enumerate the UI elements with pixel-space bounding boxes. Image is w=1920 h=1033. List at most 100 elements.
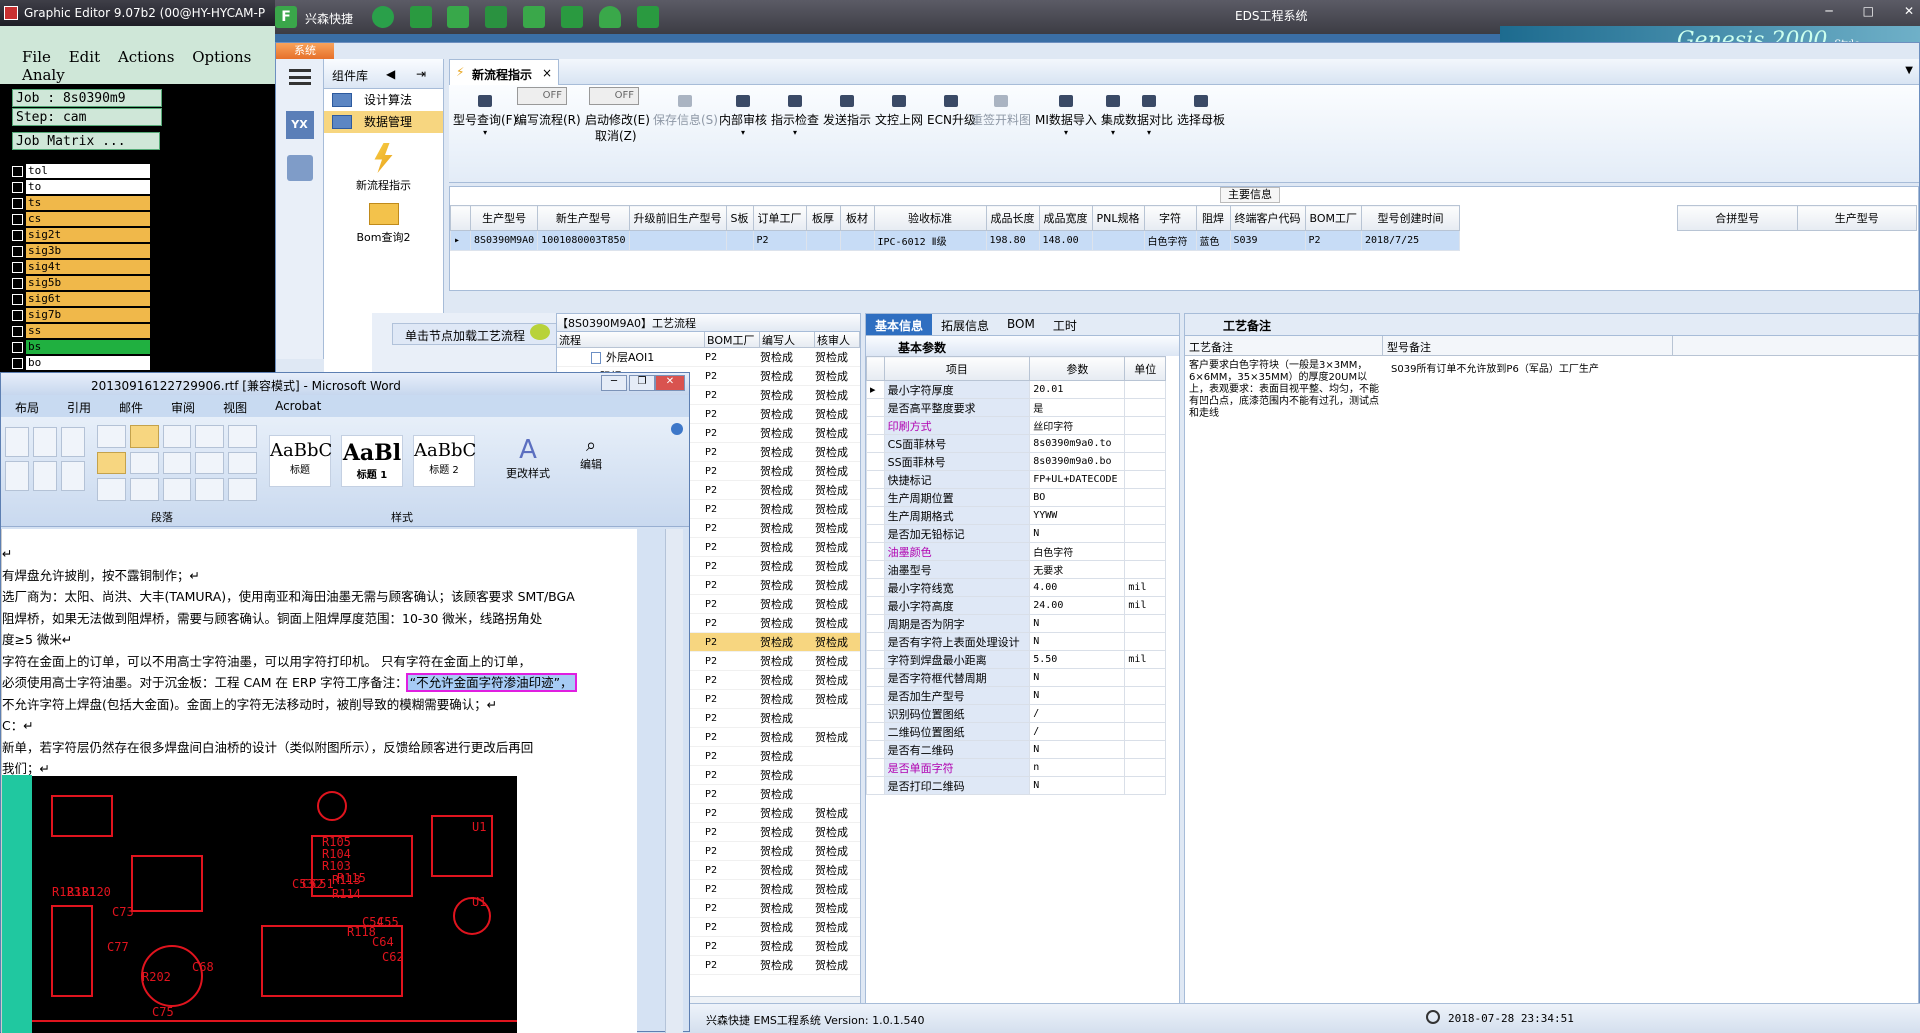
layer-checkbox[interactable] (12, 357, 23, 369)
restore-icon[interactable]: ❐ (629, 375, 655, 391)
highlighted-text[interactable]: “不允许金面字符渗油印迹”， (405, 673, 577, 692)
param-row[interactable]: CS面菲林号 8s0390m9a0.to (866, 434, 1166, 453)
col-header[interactable]: 型号创建时间 (1361, 205, 1461, 231)
col-checker[interactable]: 核审人 (815, 332, 860, 347)
param-value[interactable]: 20.01 (1029, 380, 1126, 399)
param-value[interactable]: N (1029, 686, 1126, 705)
vertical-scrollbar[interactable] (665, 529, 683, 1033)
menu-file[interactable]: File (22, 48, 51, 66)
table-cell[interactable]: 8S0390M9A0 (469, 230, 539, 251)
scissors-icon[interactable] (447, 6, 469, 28)
table-cell[interactable]: S039 (1229, 230, 1306, 251)
param-value[interactable]: N (1029, 740, 1126, 759)
resign-cutting-button[interactable]: 重签开料图 (971, 95, 1031, 128)
layer-row[interactable]: to (12, 179, 164, 195)
col-writer[interactable]: 编写人 (760, 332, 815, 347)
tab-mailings[interactable]: 邮件 (105, 395, 157, 417)
align-right-icon[interactable] (162, 451, 192, 475)
col-header[interactable]: BOM工厂 (1304, 205, 1363, 231)
tab-view[interactable]: 视图 (209, 395, 261, 417)
col-header[interactable]: 板厚 (805, 205, 841, 231)
layer-row[interactable]: cs (12, 211, 164, 227)
chinese-layout-icon[interactable] (228, 425, 257, 448)
calculator-icon[interactable] (410, 6, 432, 28)
col-header[interactable]: 成品长度 (985, 205, 1040, 231)
style-heading2[interactable]: AaBbC 标题 2 (413, 435, 476, 487)
param-value[interactable]: 白色字符 (1029, 542, 1126, 561)
param-row[interactable]: 油墨颜色 白色字符 (866, 542, 1166, 561)
param-row[interactable]: 是否加无铅标记 N (866, 524, 1166, 543)
col-header[interactable]: PNL规格 (1091, 205, 1145, 231)
tools-icon[interactable] (286, 155, 313, 181)
param-value[interactable]: 是 (1029, 398, 1126, 417)
tab-work-hours[interactable]: 工时 (1044, 314, 1086, 335)
justify-icon[interactable] (195, 451, 225, 475)
merge-model-header[interactable]: 合拼型号 (1677, 205, 1798, 231)
col-unit[interactable]: 单位 (1124, 356, 1166, 381)
param-row[interactable]: 是否打印二维码 N (866, 776, 1166, 795)
param-row[interactable]: 是否单面字符 n (866, 758, 1166, 777)
param-value[interactable]: 8s0390m9a0.to (1029, 434, 1126, 453)
layer-checkbox[interactable] (12, 309, 23, 321)
layer-row[interactable]: ts (12, 195, 164, 211)
shading-icon[interactable] (97, 478, 126, 501)
text-effect-icon[interactable] (33, 461, 57, 491)
layer-row[interactable]: sig6t (12, 291, 164, 307)
font-size-icon[interactable] (5, 427, 29, 457)
layer-checkbox[interactable] (12, 165, 23, 177)
integrate-button[interactable]: 集成 ▾ (1101, 95, 1125, 137)
line-spacing-icon[interactable] (228, 451, 257, 475)
mi-import-button[interactable]: MI数据导入 ▾ (1035, 95, 1097, 137)
align-center-icon[interactable] (129, 451, 159, 475)
col-header[interactable]: 终端客户代码 (1229, 205, 1306, 231)
phonetic-icon[interactable] (61, 461, 85, 491)
param-value[interactable]: N (1029, 668, 1126, 687)
align-left-icon[interactable] (97, 451, 126, 475)
param-value[interactable]: 24.00 (1029, 596, 1126, 615)
process-row[interactable]: 外层AOI1 P2 贺检成 贺检成 (557, 348, 860, 367)
col-header[interactable]: S板 (725, 205, 754, 231)
font-a-icon[interactable] (61, 427, 85, 457)
table-cell[interactable] (1091, 230, 1145, 251)
indent-icon[interactable] (195, 425, 225, 448)
param-value[interactable]: 5.50 (1029, 650, 1126, 669)
col-header[interactable]: 阻焊 (1195, 205, 1231, 231)
close-icon[interactable]: ✕ (1904, 4, 1914, 18)
change-style-button[interactable]: A 更改样式 (503, 435, 553, 481)
table-cell[interactable]: 2018/7/25 (1361, 230, 1461, 251)
chevron-down-icon[interactable]: ▼ (1905, 65, 1913, 76)
minimize-icon[interactable]: ─ (1825, 4, 1832, 18)
data-compare-button[interactable]: 数据对比 ▾ (1125, 95, 1173, 137)
tab-new-process[interactable]: ⚡ 新流程指示 × (449, 59, 559, 85)
pin-icon[interactable]: ⇥ (416, 67, 426, 81)
table-cell[interactable]: 蓝色 (1195, 230, 1231, 251)
layer-row[interactable]: bo (12, 355, 164, 371)
hamburger-icon[interactable] (288, 69, 311, 85)
param-row[interactable]: 生产周期格式 YYWW (866, 506, 1166, 525)
model-remark-text[interactable]: S039所有订单不允许放到P6（军品）工厂生产 (1391, 360, 1681, 375)
col-header[interactable]: 订单工厂 (752, 205, 807, 231)
table-cell[interactable] (805, 230, 841, 251)
minimize-icon[interactable]: ─ (601, 375, 627, 391)
param-value[interactable]: YYWW (1029, 506, 1126, 525)
menu-analysis[interactable]: Analy (22, 66, 65, 84)
layer-checkbox[interactable] (12, 325, 23, 337)
table-cell[interactable] (725, 230, 754, 251)
tab-layout[interactable]: 布局 (1, 395, 53, 417)
table-cell[interactable]: P2 (1304, 230, 1363, 251)
bom-query2-button[interactable]: Bom查询2 (324, 203, 443, 245)
param-row[interactable]: 是否字符框代替周期 N (866, 668, 1166, 687)
col-header[interactable]: 成品宽度 (1038, 205, 1093, 231)
model-query-button[interactable]: 型号查询(F) ▾ (453, 95, 517, 137)
col-process-remark[interactable]: 工艺备注 (1185, 336, 1383, 355)
write-process-button[interactable]: 编写流程(R) (515, 111, 581, 128)
select-motherboard-button[interactable]: 选择母板 (1177, 95, 1225, 128)
param-row[interactable]: 是否加生产型号 N (866, 686, 1166, 705)
layer-checkbox[interactable] (12, 293, 23, 305)
style-heading1[interactable]: AaBl 标题 1 (341, 435, 403, 487)
param-row[interactable]: 周期是否为阴字 N (866, 614, 1166, 633)
doc-online-button[interactable]: 文控上网 (875, 95, 923, 128)
param-value[interactable]: 4.00 (1029, 578, 1126, 597)
layer-row[interactable]: sig2t (12, 227, 164, 243)
layer-checkbox[interactable] (12, 181, 23, 193)
